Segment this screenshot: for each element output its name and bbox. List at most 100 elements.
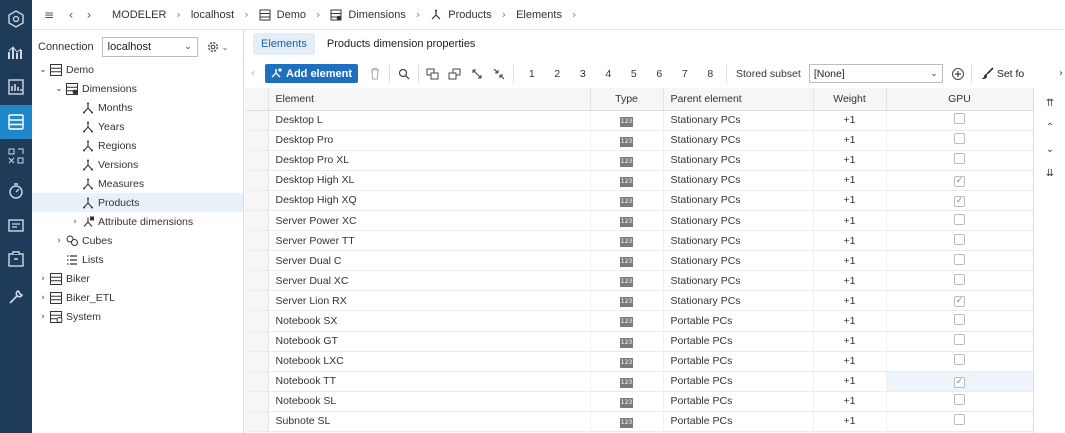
gear-icon[interactable]: ⌄	[206, 40, 228, 54]
column-header-gpu[interactable]: GPU	[886, 88, 1033, 111]
cell-gpu[interactable]	[886, 110, 1033, 131]
cell-gpu[interactable]: ✓	[886, 170, 1033, 191]
level-button-7[interactable]: 7	[672, 68, 698, 80]
cell-weight[interactable]: +1	[813, 351, 887, 372]
cell-type[interactable]: 123	[590, 371, 664, 392]
gpu-checkbox[interactable]	[954, 153, 965, 165]
cell-gpu[interactable]	[886, 150, 1033, 171]
cell-gpu[interactable]	[886, 351, 1033, 372]
cell-type[interactable]: 123	[590, 250, 664, 272]
chevron-right-icon[interactable]: ›	[53, 236, 65, 246]
chevron-down-icon[interactable]: ⌄	[53, 84, 65, 94]
table-row[interactable]: Desktop L 123 Stationary PCs +1	[245, 110, 1033, 131]
cell-gpu[interactable]	[886, 130, 1033, 151]
tree-item-regions[interactable]: Regions	[32, 136, 243, 155]
tab-elements[interactable]: Elements	[253, 33, 315, 55]
cell-element[interactable]: Notebook SX	[268, 310, 591, 332]
cell-gpu[interactable]	[886, 391, 1033, 412]
column-header-parent[interactable]: Parent element	[663, 88, 814, 111]
cell-parent[interactable]: Stationary PCs	[663, 290, 814, 312]
back-icon[interactable]: ‹	[62, 8, 80, 22]
cell-element[interactable]: Desktop High XL	[268, 170, 591, 191]
cell-weight[interactable]: +1	[813, 150, 887, 171]
cell-parent[interactable]: Stationary PCs	[663, 110, 814, 131]
table-row[interactable]: Notebook LXC 123 Portable PCs +1	[245, 351, 1033, 372]
tree-item-measures[interactable]: Measures	[32, 174, 243, 193]
add-element-button[interactable]: Add element	[265, 64, 359, 83]
cell-weight[interactable]: +1	[813, 110, 887, 131]
cell-weight[interactable]: +1	[813, 331, 887, 352]
cell-type[interactable]: 123	[590, 210, 664, 232]
cell-element[interactable]: Subnote SL	[268, 411, 591, 433]
gpu-checkbox[interactable]	[954, 253, 965, 265]
cell-weight[interactable]: +1	[813, 270, 887, 292]
tree-item-biker-etl[interactable]: › Biker_ETL	[32, 288, 243, 307]
cell-gpu[interactable]	[886, 331, 1033, 352]
cell-type[interactable]: 123	[590, 411, 664, 433]
table-row[interactable]: Subnote SL 123 Portable PCs +1	[245, 411, 1033, 433]
gpu-checkbox-checked[interactable]: ✓	[954, 296, 965, 308]
chevron-right-icon[interactable]: ›	[37, 274, 49, 284]
cell-type[interactable]: 123	[590, 150, 664, 171]
rail-button-cards[interactable]	[0, 208, 32, 242]
cell-weight[interactable]: +1	[813, 391, 887, 412]
chevron-right-icon[interactable]: ›	[37, 312, 49, 322]
gpu-checkbox[interactable]	[954, 313, 965, 325]
cell-element[interactable]: Server Lion RX	[268, 290, 591, 312]
crumb-modeler[interactable]: MODELER	[108, 9, 170, 21]
cell-weight[interactable]: +1	[813, 170, 887, 191]
gpu-checkbox-checked[interactable]: ✓	[954, 195, 965, 207]
chevron-right-icon[interactable]: ›	[37, 293, 49, 303]
delete-icon[interactable]	[364, 67, 386, 80]
cell-element[interactable]: Server Dual C	[268, 250, 591, 272]
cell-parent[interactable]: Stationary PCs	[663, 270, 814, 292]
expand-all-icon[interactable]	[466, 68, 488, 80]
cell-weight[interactable]: +1	[813, 371, 887, 392]
scroll-right-icon[interactable]: ›	[1059, 68, 1063, 79]
copy-icon[interactable]	[422, 68, 444, 80]
cell-parent[interactable]: Stationary PCs	[663, 150, 814, 171]
cell-gpu[interactable]: ✓	[886, 290, 1033, 312]
cell-element[interactable]: Notebook SL	[268, 391, 591, 412]
tab-dimension-properties[interactable]: Products dimension properties	[319, 33, 484, 55]
cell-gpu[interactable]: ✓	[886, 371, 1033, 392]
connection-select[interactable]: localhost ⌄	[101, 37, 198, 57]
cell-gpu[interactable]: ✓	[886, 190, 1033, 211]
paste-icon[interactable]	[444, 68, 466, 80]
tree-item-system[interactable]: › System	[32, 307, 243, 326]
add-subset-icon[interactable]	[951, 67, 965, 81]
cell-element[interactable]: Notebook TT	[268, 371, 591, 392]
cell-type[interactable]: 123	[590, 170, 664, 191]
rail-button-tools[interactable]	[0, 280, 32, 314]
gpu-checkbox[interactable]	[954, 334, 965, 346]
table-row[interactable]: Notebook GT 123 Portable PCs +1	[245, 331, 1033, 352]
stored-subset-select[interactable]: [None] ⌄	[808, 64, 943, 83]
cell-parent[interactable]: Portable PCs	[663, 351, 814, 372]
cell-parent[interactable]: Portable PCs	[663, 310, 814, 332]
crumb-database[interactable]: Demo	[255, 9, 310, 21]
cell-weight[interactable]: +1	[813, 250, 887, 272]
set-format-button[interactable]: Set fo	[981, 67, 1024, 80]
scroll-left-icon[interactable]: ‹	[251, 68, 255, 79]
rail-button-reports[interactable]	[0, 70, 32, 104]
cell-gpu[interactable]	[886, 230, 1033, 252]
table-row[interactable]: Server Dual XC 123 Stationary PCs +1	[245, 270, 1033, 292]
cell-weight[interactable]: +1	[813, 190, 887, 211]
cell-weight[interactable]: +1	[813, 290, 887, 312]
cell-gpu[interactable]	[886, 270, 1033, 292]
cell-element[interactable]: Desktop Pro XL	[268, 150, 591, 171]
rail-button-monitor[interactable]	[0, 174, 32, 208]
cell-element[interactable]: Server Dual XC	[268, 270, 591, 292]
gpu-checkbox[interactable]	[954, 213, 965, 225]
crumb-server[interactable]: localhost	[187, 9, 238, 21]
table-row[interactable]: Desktop Pro XL 123 Stationary PCs +1	[245, 150, 1033, 171]
level-button-3[interactable]: 3	[570, 68, 596, 80]
cell-parent[interactable]: Stationary PCs	[663, 190, 814, 211]
cell-parent[interactable]: Portable PCs	[663, 371, 814, 392]
cell-type[interactable]: 123	[590, 190, 664, 211]
gpu-checkbox-checked[interactable]: ✓	[954, 175, 965, 187]
cell-weight[interactable]: +1	[813, 210, 887, 232]
tree-item-products[interactable]: Products	[32, 193, 243, 212]
cell-element[interactable]: Server Power XC	[268, 210, 591, 232]
cell-type[interactable]: 123	[590, 270, 664, 292]
